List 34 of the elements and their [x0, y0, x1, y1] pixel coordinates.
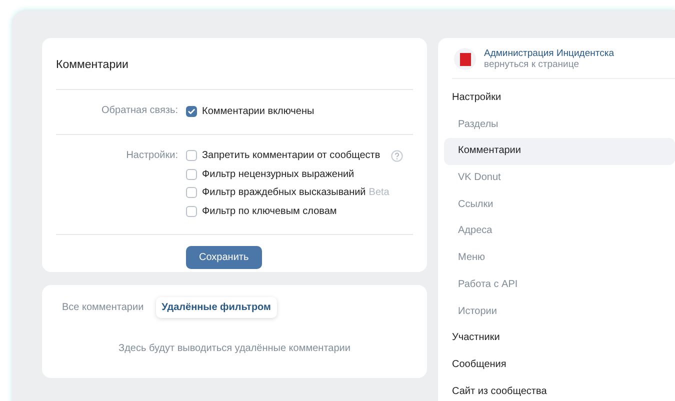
- sidebar-item[interactable]: Адреса: [444, 218, 675, 246]
- card-title: Комментарии: [56, 58, 130, 73]
- field-label: Обратная связь:: [100, 104, 178, 118]
- sidebar-item[interactable]: Комментарии: [444, 138, 675, 166]
- checkbox[interactable]: [186, 187, 197, 198]
- checkbox[interactable]: [186, 106, 197, 117]
- sidebar-item[interactable]: Ссылки: [444, 192, 675, 218]
- checkbox-label: Запретить комментарии от сообществ: [202, 150, 380, 162]
- sidebar-item[interactable]: Разделы: [444, 112, 675, 138]
- checkbox-label: Фильтр по ключевым словам: [202, 206, 337, 217]
- back-link[interactable]: вернуться к странице: [484, 59, 614, 70]
- checkbox-label: Комментарии включены: [202, 106, 314, 117]
- sidebar-item[interactable]: Меню: [444, 245, 675, 272]
- tab[interactable]: Удалённые фильтром: [156, 297, 277, 318]
- community-name[interactable]: Администрация Инцидентска: [484, 48, 614, 59]
- checkbox[interactable]: [186, 150, 197, 162]
- field-label: Настройки:: [125, 148, 178, 162]
- sidebar-item[interactable]: Сайт из сообщества: [444, 378, 675, 401]
- empty-message: Здесь будут выводиться удалённые комментарии: [118, 343, 352, 354]
- community-avatar[interactable]: [454, 48, 476, 70]
- beta-tag: Beta: [368, 187, 390, 198]
- checkbox[interactable]: [186, 206, 197, 217]
- save-button[interactable]: Сохранить: [186, 246, 262, 268]
- checkbox[interactable]: [186, 168, 197, 180]
- checkbox-label: Фильтр враждебных высказываний: [202, 187, 366, 198]
- sidebar-item[interactable]: VK Donut: [444, 165, 675, 192]
- sidebar-item[interactable]: Настройки: [444, 85, 675, 112]
- sidebar-item[interactable]: Сообщения: [444, 352, 675, 379]
- sidebar-item[interactable]: Работа с API: [444, 272, 675, 298]
- help-icon[interactable]: [391, 150, 404, 162]
- sidebar-item[interactable]: Истории: [444, 298, 675, 326]
- checkbox-label: Фильтр нецензурных выражений: [202, 168, 354, 180]
- tab[interactable]: Все комментарии: [56, 297, 150, 318]
- sidebar-item[interactable]: Участники: [444, 325, 675, 352]
